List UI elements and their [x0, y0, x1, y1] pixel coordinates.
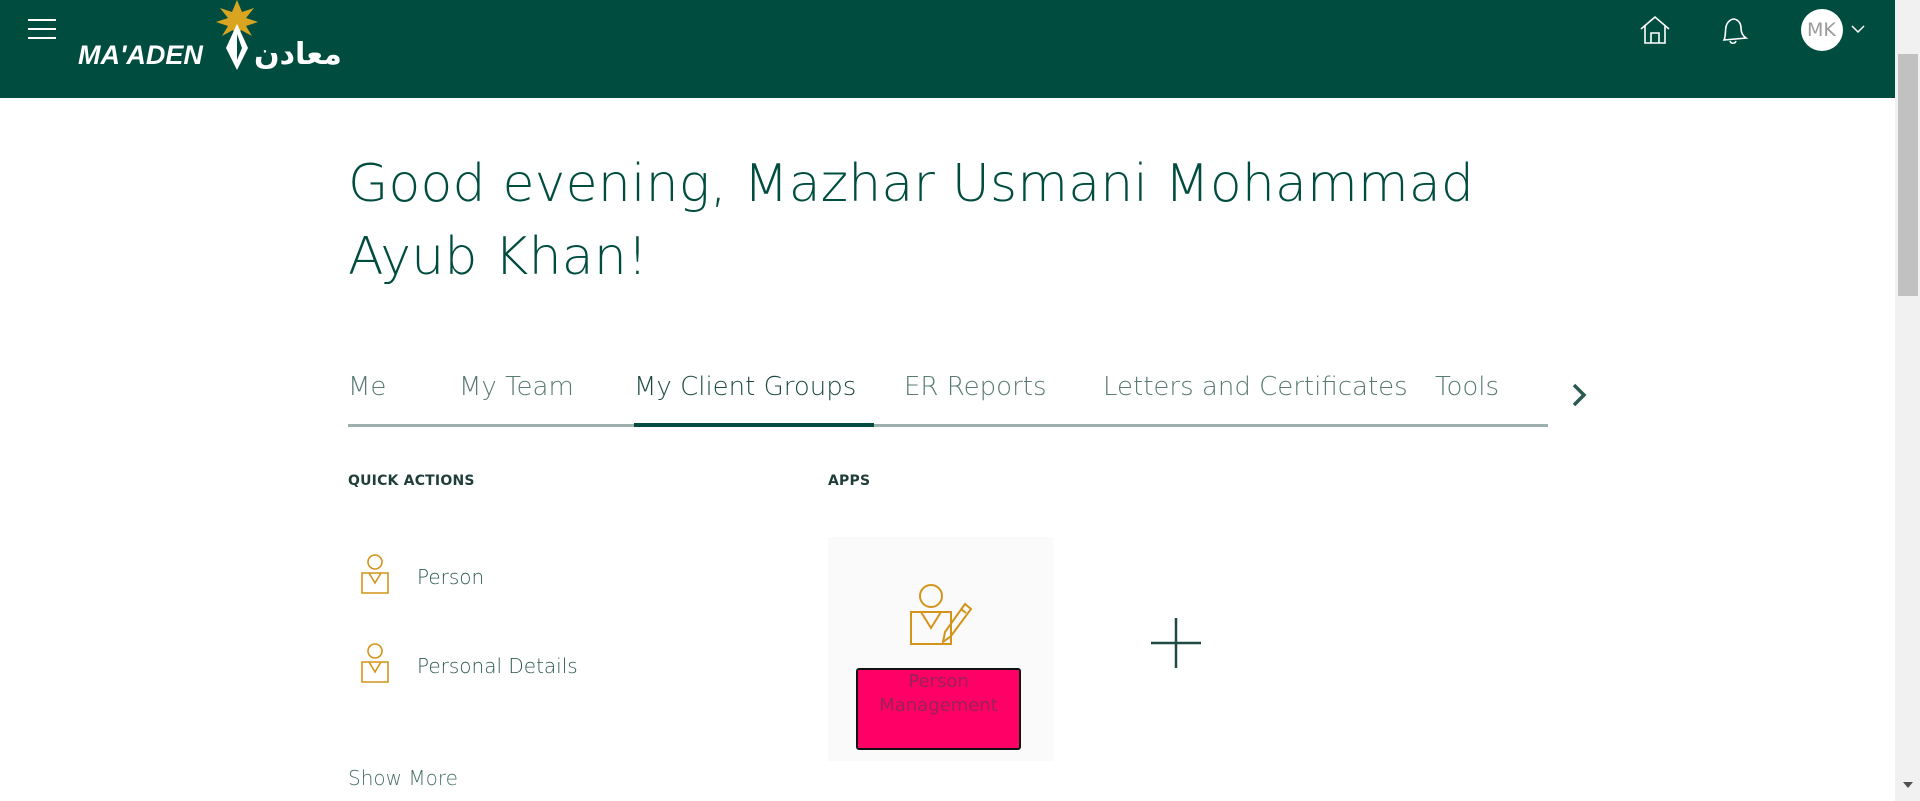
show-more-link[interactable]: Show More [348, 766, 458, 790]
tabs-next-chevron-icon[interactable] [1568, 380, 1590, 410]
apps-title: APPS [828, 473, 871, 489]
tab-me[interactable]: Me [348, 372, 386, 402]
notifications-bell-icon[interactable] [1716, 14, 1750, 46]
scroll-down-arrow-icon[interactable] [1900, 780, 1916, 790]
quick-action-label: Personal Details [417, 654, 578, 678]
person-edit-icon [910, 584, 973, 645]
user-avatar[interactable]: MK [1801, 9, 1843, 51]
navigation-tabs: Me My Team My Client Groups ER Reports L… [348, 362, 1548, 428]
tab-er-reports[interactable]: ER Reports [904, 372, 1047, 402]
tab-my-client-groups[interactable]: My Client Groups [634, 372, 856, 402]
scrollbar-thumb[interactable] [1898, 54, 1918, 296]
app-tile-person-management[interactable]: Person Management [828, 537, 1053, 761]
tab-letters-and-certificates[interactable]: Letters and Certificates [1103, 372, 1408, 402]
person-icon [361, 643, 389, 683]
brand-latin-text: MA'ADEN [78, 40, 203, 70]
top-navigation-bar: MA'ADEN معادن MK [0, 0, 1895, 98]
menu-icon[interactable] [28, 19, 56, 41]
app-tile-label: Person Management [856, 668, 1021, 750]
tab-my-team[interactable]: My Team [459, 372, 574, 402]
person-icon [361, 554, 389, 594]
avatar-initials: MK [1807, 19, 1836, 41]
page-greeting: Good evening, Mazhar Usmani Mohammad Ayu… [348, 154, 1475, 287]
tabs-divider [348, 424, 1548, 427]
tab-tools[interactable]: Tools [1435, 372, 1499, 402]
quick-action-label: Person [417, 565, 485, 589]
quick-action-person[interactable]: Person [360, 553, 680, 603]
quick-actions-title: QUICK ACTIONS [348, 473, 475, 489]
brand-arabic-text: معادن [254, 37, 342, 72]
quick-action-personal-details[interactable]: Personal Details [360, 642, 680, 692]
chevron-down-icon[interactable] [1851, 24, 1865, 34]
plus-icon[interactable] [1149, 616, 1203, 670]
maaden-logo[interactable]: MA'ADEN معادن [76, 0, 406, 74]
home-icon[interactable] [1638, 14, 1672, 46]
active-tab-indicator [634, 423, 874, 427]
